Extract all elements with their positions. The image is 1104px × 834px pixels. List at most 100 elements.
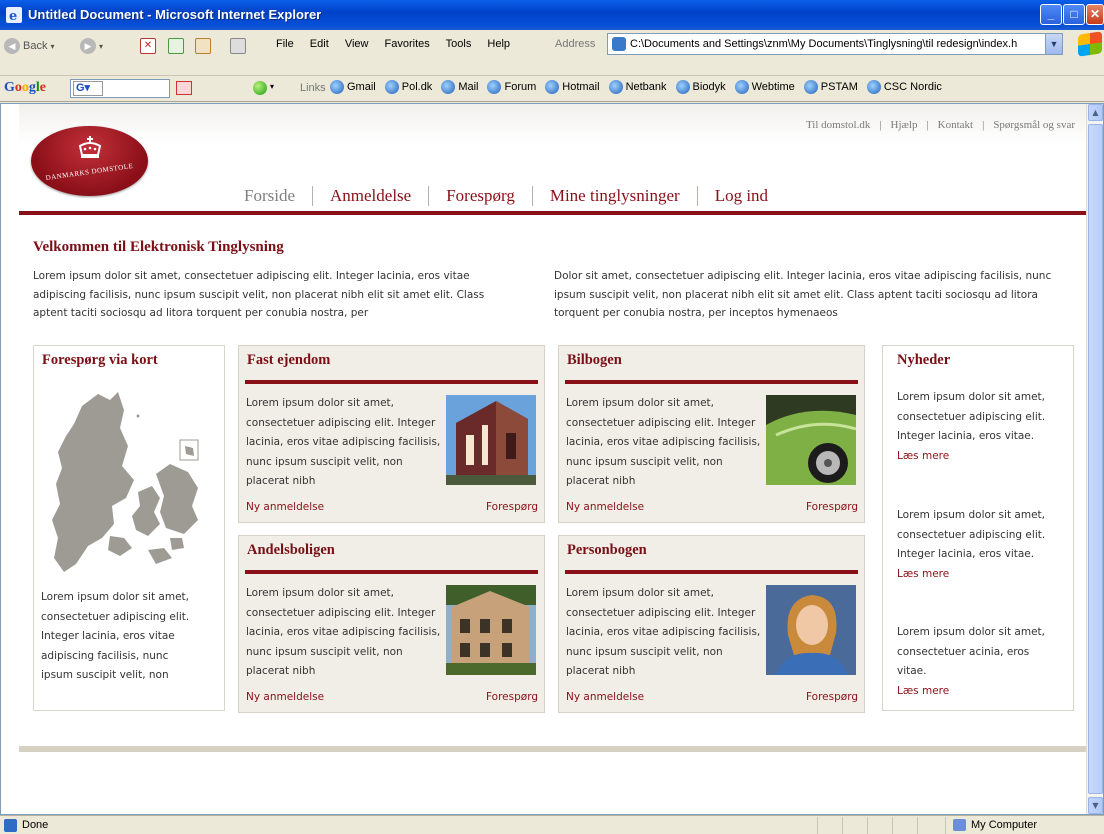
nav-foresporg[interactable]: Forespørg xyxy=(428,186,532,206)
intro-text-right: Dolor sit amet, consectetuer adipiscing … xyxy=(554,270,1052,319)
nav-divider xyxy=(19,211,1087,215)
news-item-text: Lorem ipsum dolor sit amet, consectetuer… xyxy=(897,626,1045,677)
forward-button[interactable]: ▶ ▾ xyxy=(80,38,103,54)
laes-mere-link[interactable]: Læs mere xyxy=(897,565,1047,585)
ie-page-icon xyxy=(803,80,818,94)
menu-tools[interactable]: Tools xyxy=(446,38,472,50)
menu-file[interactable]: File xyxy=(276,38,294,50)
top-link-domstol[interactable]: Til domstol.dk xyxy=(806,119,870,131)
link-pstam[interactable]: PSTAM xyxy=(803,80,858,94)
laes-mere-link[interactable]: Læs mere xyxy=(897,447,1047,467)
menu-view[interactable]: View xyxy=(345,38,369,50)
svg-text:e: e xyxy=(9,9,17,23)
nav-anmeldelse[interactable]: Anmeldelse xyxy=(312,186,428,206)
scrollbar-thumb[interactable] xyxy=(1088,124,1103,794)
home-icon xyxy=(195,38,211,54)
link-hotmail[interactable]: Hotmail xyxy=(545,80,600,94)
address-bar[interactable]: C:\Documents and Settings\znm\My Documen… xyxy=(607,33,1063,55)
card-title[interactable]: Bilbogen xyxy=(567,352,622,369)
footer-divider xyxy=(19,746,1087,752)
foresporg-link[interactable]: Forespørg xyxy=(806,691,858,703)
links-bar: Gmail Pol.dk Mail Forum Hotmail Netbank … xyxy=(330,80,951,94)
ny-anmeldelse-link[interactable]: Ny anmeldelse xyxy=(566,501,644,513)
menu-favorites[interactable]: Favorites xyxy=(385,38,430,50)
top-link-faq[interactable]: Spørgsmål og svar xyxy=(993,119,1075,131)
menu-help[interactable]: Help xyxy=(487,38,510,50)
ie-page-icon xyxy=(487,80,502,94)
foresporg-link[interactable]: Forespørg xyxy=(486,501,538,513)
status-bar: Done My Computer xyxy=(0,815,1104,834)
link-forum[interactable]: Forum xyxy=(487,80,536,94)
link-biodyk[interactable]: Biodyk xyxy=(675,80,726,94)
card-fast-ejendom: Fast ejendom Lorem ipsum dolor sit amet,… xyxy=(238,345,545,523)
ny-anmeldelse-link[interactable]: Ny anmeldelse xyxy=(246,691,324,703)
apartment-photo[interactable] xyxy=(446,585,536,675)
card-divider xyxy=(565,570,858,574)
link-gmail[interactable]: Gmail xyxy=(330,80,376,94)
forward-dropdown-icon: ▾ xyxy=(99,41,104,51)
ny-anmeldelse-link[interactable]: Ny anmeldelse xyxy=(246,501,324,513)
card-divider xyxy=(565,380,858,384)
card-title[interactable]: Andelsboligen xyxy=(247,542,335,559)
forward-arrow-icon: ▶ xyxy=(80,38,96,54)
card-title[interactable]: Fast ejendom xyxy=(247,352,330,369)
car-photo[interactable] xyxy=(766,395,856,485)
link-mail[interactable]: Mail xyxy=(441,80,478,94)
print-icon xyxy=(230,38,246,54)
back-button[interactable]: ◀ Back ▾ xyxy=(4,38,54,54)
top-links: Til domstol.dk | Hjælp | Kontakt | Spørgsmål o… xyxy=(805,119,1075,131)
go-status-icon[interactable] xyxy=(253,81,267,95)
link-csc-nordic[interactable]: CSC Nordic xyxy=(866,80,942,94)
map-box: Forespørg via kort Lorem ipsum dolor sit… xyxy=(33,345,225,711)
google-g-button[interactable]: G▾ xyxy=(73,81,103,96)
scroll-down-arrow-icon[interactable]: ▼ xyxy=(1088,797,1103,814)
my-computer-icon xyxy=(953,819,966,831)
person-photo[interactable] xyxy=(766,585,856,675)
foresporg-link[interactable]: Forespørg xyxy=(806,501,858,513)
stop-button[interactable]: ✕ xyxy=(140,38,156,54)
go-dropdown-icon[interactable]: ▾ xyxy=(270,82,274,91)
menu-bar: File Edit View Favorites Tools Help xyxy=(276,38,523,50)
card-divider xyxy=(245,570,538,574)
ny-anmeldelse-link[interactable]: Ny anmeldelse xyxy=(566,691,644,703)
print-button[interactable] xyxy=(230,38,246,54)
top-link-kontakt[interactable]: Kontakt xyxy=(938,119,973,131)
link-pol-dk[interactable]: Pol.dk xyxy=(384,80,432,94)
ie-page-icon xyxy=(545,80,560,94)
news-item-text: Lorem ipsum dolor sit amet, consectetuer… xyxy=(897,391,1046,442)
window-titlebar: e Untitled Document - Microsoft Internet… xyxy=(0,0,1104,30)
house-photo[interactable] xyxy=(446,395,536,485)
danmarks-domstole-logo[interactable]: DANMARKS DOMSTOLE xyxy=(31,126,148,196)
vertical-scrollbar[interactable]: ▲ ▼ xyxy=(1086,104,1103,814)
foresporg-link[interactable]: Forespørg xyxy=(486,691,538,703)
scroll-up-arrow-icon[interactable]: ▲ xyxy=(1088,104,1103,121)
top-link-hjaelp[interactable]: Hjælp xyxy=(891,119,918,131)
home-button[interactable] xyxy=(195,38,211,54)
minimize-button[interactable]: _ xyxy=(1040,4,1062,25)
ie-page-icon xyxy=(734,80,749,94)
page-icon xyxy=(612,37,626,51)
nav-mine-tinglysninger[interactable]: Mine tinglysninger xyxy=(531,186,697,206)
maximize-button[interactable]: □ xyxy=(1063,4,1085,25)
nav-log-ind[interactable]: Log ind xyxy=(696,186,785,206)
link-webtime[interactable]: Webtime xyxy=(734,80,795,94)
menu-edit[interactable]: Edit xyxy=(310,38,329,50)
close-button[interactable]: ✕ xyxy=(1086,4,1104,25)
card-text: Lorem ipsum dolor sit amet, consectetuer… xyxy=(566,587,761,677)
address-dropdown-icon[interactable]: ▼ xyxy=(1045,34,1062,54)
denmark-map[interactable] xyxy=(48,388,208,578)
refresh-button[interactable] xyxy=(168,38,184,54)
map-box-title[interactable]: Forespørg via kort xyxy=(42,352,158,369)
status-pane xyxy=(945,817,946,834)
popup-blocker-icon[interactable] xyxy=(176,81,192,95)
ie-page-icon xyxy=(866,80,881,94)
nav-forside[interactable]: Forside xyxy=(244,186,312,206)
card-title[interactable]: Personbogen xyxy=(567,542,647,559)
address-label: Address xyxy=(555,38,596,50)
google-search-input[interactable]: G▾ xyxy=(70,79,170,98)
link-netbank[interactable]: Netbank xyxy=(608,80,667,94)
news-box: Nyheder Lorem ipsum dolor sit amet, cons… xyxy=(882,345,1074,711)
page-title: Velkommen til Elektronisk Tinglysning xyxy=(33,239,284,255)
status-pane xyxy=(892,817,893,834)
laes-mere-link[interactable]: Læs mere xyxy=(897,682,1047,702)
